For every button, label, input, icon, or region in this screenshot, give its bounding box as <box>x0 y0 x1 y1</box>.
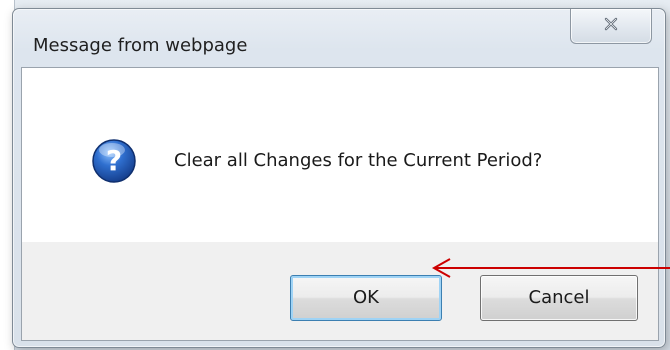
message-dialog: Message from webpage ? Clear all Changes… <box>12 8 666 348</box>
question-icon: ? <box>92 139 136 183</box>
ok-button[interactable]: OK <box>290 275 442 321</box>
dialog-content: ? Clear all Changes for the Current Peri… <box>22 68 658 242</box>
close-button[interactable] <box>570 9 652 44</box>
dialog-title: Message from webpage <box>33 35 248 56</box>
cancel-button[interactable]: Cancel <box>480 275 638 321</box>
desktop-stage: Message from webpage ? Clear all Changes… <box>0 0 670 350</box>
dialog-client-area: ? Clear all Changes for the Current Peri… <box>21 67 659 341</box>
dialog-message: Clear all Changes for the Current Period… <box>174 150 543 171</box>
svg-text:?: ? <box>106 144 122 177</box>
dialog-titlebar[interactable]: Message from webpage <box>13 9 665 69</box>
close-x-icon <box>604 17 618 31</box>
